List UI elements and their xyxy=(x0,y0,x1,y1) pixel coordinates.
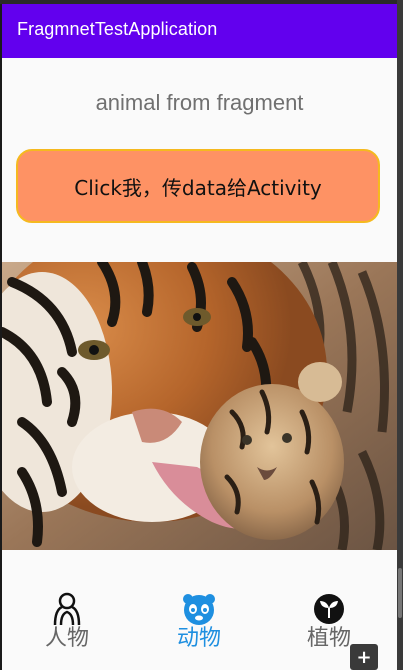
send-data-button[interactable]: Click我，传data给Activity xyxy=(16,149,380,223)
add-button[interactable]: + xyxy=(350,644,378,670)
app-bar: FragmnetTestApplication xyxy=(2,4,397,58)
fragment-heading: animal from fragment xyxy=(95,90,304,115)
nav-label-animals: 动物 xyxy=(176,626,221,651)
nav-item-people[interactable]: 人物 xyxy=(12,592,122,662)
tiger-photo-illustration xyxy=(2,262,397,550)
plant-icon xyxy=(314,594,344,624)
scrollbar-thumb[interactable] xyxy=(398,568,402,618)
nav-label-people: 人物 xyxy=(44,626,89,651)
people-icon xyxy=(53,592,81,626)
app-screen: FragmnetTestApplication animal from frag… xyxy=(2,4,397,670)
send-data-button-label: Click我，传data给Activity xyxy=(74,175,322,200)
tiger-photo xyxy=(2,262,397,550)
app-title: FragmnetTestApplication xyxy=(17,19,218,39)
nav-label-plants: 植物 xyxy=(306,626,351,651)
panda-icon xyxy=(183,594,215,625)
bottom-navigation: 人物 动物 植物 xyxy=(2,564,397,670)
nav-item-animals[interactable]: 动物 xyxy=(144,592,254,662)
